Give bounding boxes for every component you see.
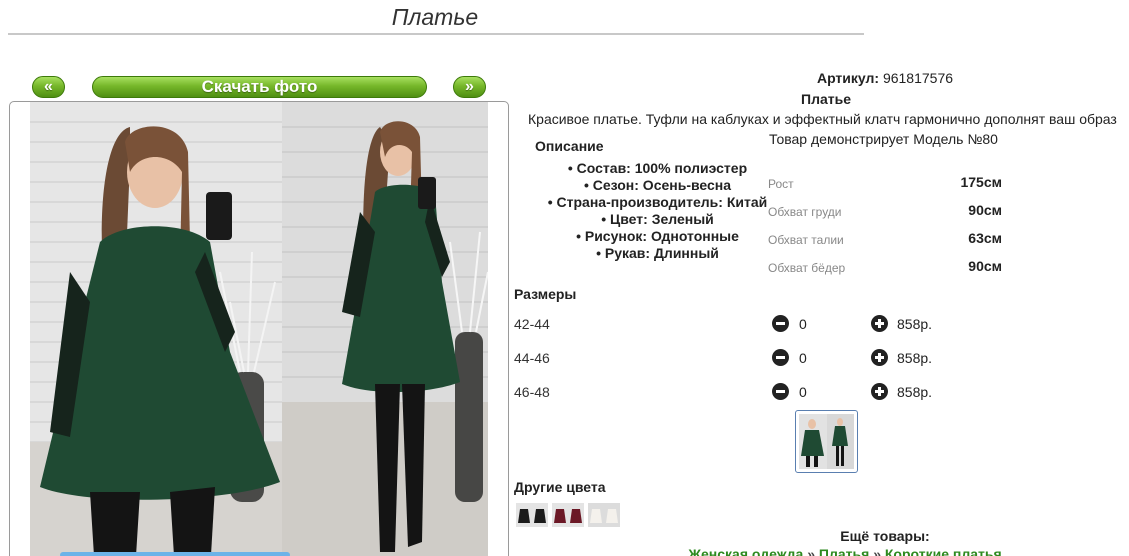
model-note: Товар демонстрирует Модель №80 [769, 131, 998, 147]
minus-icon[interactable] [772, 383, 789, 400]
size-price: 858р. [897, 316, 933, 332]
title-divider [8, 33, 864, 35]
plus-icon[interactable] [871, 383, 888, 400]
color-swatch-burgundy[interactable] [552, 503, 584, 527]
size-name: 46-48 [514, 384, 550, 400]
product-photo-frame [9, 101, 509, 556]
product-photo[interactable] [30, 102, 488, 556]
attribute-item: Страна-производитель: Китай [540, 194, 775, 211]
plus-icon[interactable] [871, 315, 888, 332]
size-name: 44-46 [514, 350, 550, 366]
prev-photo-button[interactable]: « [32, 76, 65, 98]
next-photo-button[interactable]: » [453, 76, 486, 98]
description-heading: Описание [535, 138, 604, 154]
measurement-bust: Обхват груди 90см [768, 202, 1008, 222]
minus-icon[interactable] [772, 315, 789, 332]
breadcrumb-separator: » [873, 546, 881, 556]
download-photo-button[interactable]: Скачать фото [92, 76, 427, 98]
other-colors-heading: Другие цвета [514, 479, 606, 495]
page-title: Платье [391, 4, 479, 30]
sku-value: 961817576 [882, 70, 954, 86]
plus-icon[interactable] [871, 349, 888, 366]
attribute-item: Цвет: Зеленый [540, 211, 775, 228]
size-quantity: 0 [799, 350, 807, 366]
measurement-value: 90см [968, 202, 1002, 218]
attribute-item: Сезон: Осень-весна [540, 177, 775, 194]
size-price: 858р. [897, 350, 933, 366]
attribute-item: Рисунок: Однотонные [540, 228, 775, 245]
measurement-label: Обхват бёдер [768, 261, 846, 275]
attribute-item: Состав: 100% полиэстер [540, 160, 775, 177]
size-row: 46-48 0 858р. [514, 382, 954, 404]
product-name: Платье [801, 91, 851, 107]
product-description: Красивое платье. Туфли на каблуках и эфф… [528, 111, 1117, 127]
breadcrumb: Женская одежда » Платья » Короткие плать… [520, 546, 1129, 556]
measurement-waist: Обхват талии 63см [768, 230, 1008, 250]
sku-label: Артикул: [816, 70, 880, 86]
minus-icon[interactable] [772, 349, 789, 366]
size-row: 42-44 0 858р. [514, 314, 954, 336]
size-quantity: 0 [799, 316, 807, 332]
measurement-hips: Обхват бёдер 90см [768, 258, 1008, 278]
breadcrumb-link[interactable]: Короткие платья [885, 546, 1002, 556]
breadcrumb-link[interactable]: Женская одежда [688, 546, 803, 556]
measurement-height: Рост 175см [768, 174, 1008, 194]
sizes-heading: Размеры [514, 286, 577, 302]
thumbnail-image [799, 414, 854, 469]
attribute-item: Рукав: Длинный [540, 245, 775, 262]
attribute-list: Состав: 100% полиэстер Сезон: Осень-весн… [540, 160, 775, 262]
size-quantity: 0 [799, 384, 807, 400]
more-products-heading: Ещё товары: [840, 528, 930, 544]
color-swatch-black[interactable] [516, 503, 548, 527]
size-price: 858р. [897, 384, 933, 400]
size-row: 44-46 0 858р. [514, 348, 954, 370]
measurement-value: 175см [960, 174, 1002, 190]
product-sku: Артикул: 961817576 [520, 70, 1129, 86]
measurement-label: Обхват груди [768, 205, 842, 219]
color-swatch-white[interactable] [588, 503, 620, 527]
photo-scrollbar[interactable] [60, 552, 290, 556]
breadcrumb-separator: » [807, 546, 816, 556]
photo-thumbnail[interactable] [795, 410, 858, 473]
breadcrumb-link[interactable]: Платья [819, 546, 869, 556]
size-name: 42-44 [514, 316, 550, 332]
measurement-label: Рост [768, 177, 794, 191]
measurement-value: 90см [968, 258, 1002, 274]
measurement-label: Обхват талии [768, 233, 844, 247]
measurement-value: 63см [968, 230, 1002, 246]
